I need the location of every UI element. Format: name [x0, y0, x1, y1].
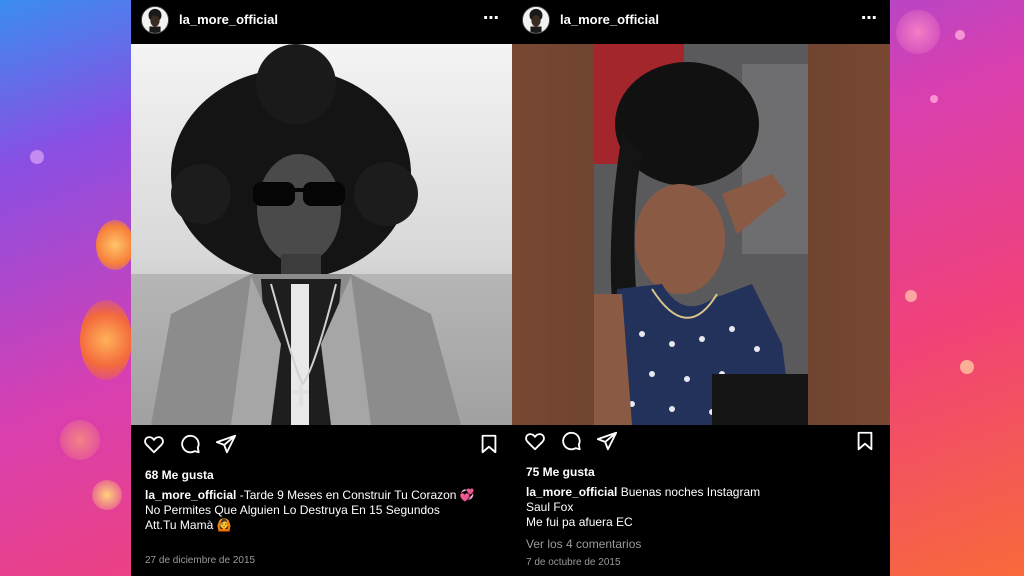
post-header: la_more_official ⋯ [131, 0, 512, 42]
instagram-post-1: la_more_official ⋯ 68 Me gusta la_more_o… [131, 0, 512, 576]
bokeh-light [96, 220, 134, 270]
bookmark-icon[interactable] [854, 430, 876, 452]
bokeh-light [60, 420, 100, 460]
caption-text: Me fui pa afuera EC [526, 515, 633, 529]
like-heart-icon[interactable] [524, 430, 546, 452]
avatar[interactable] [141, 6, 169, 34]
caption-username[interactable]: la_more_official [526, 485, 617, 499]
more-options-icon[interactable]: ⋯ [483, 8, 500, 28]
caption-text: No Permites Que Alguien Lo Destruya En 1… [145, 503, 440, 517]
hearts-emoji: 💞 [459, 488, 475, 502]
post-caption: la_more_official -Tarde 9 Meses en Const… [145, 488, 502, 533]
bokeh-light [930, 95, 938, 103]
caption-username[interactable]: la_more_official [145, 488, 236, 502]
bokeh-light [955, 30, 965, 40]
bookmark-icon[interactable] [478, 433, 500, 455]
post-photo[interactable] [512, 44, 890, 425]
like-heart-icon[interactable] [143, 433, 165, 455]
post-date: 27 de diciembre de 2015 [145, 555, 256, 566]
like-count[interactable]: 68 Me gusta [145, 468, 214, 482]
share-icon[interactable] [596, 430, 618, 452]
like-count[interactable]: 75 Me gusta [526, 465, 595, 479]
person-gesturing-emoji: 🙆 [216, 518, 232, 532]
post-header: la_more_official ⋯ [512, 0, 890, 42]
caption-text: Saul Fox [526, 500, 574, 514]
post-photo[interactable] [131, 44, 512, 425]
bokeh-light [896, 10, 940, 54]
post-username[interactable]: la_more_official [179, 12, 278, 27]
post-username[interactable]: la_more_official [560, 12, 659, 27]
caption-text: Att.Tu Mamà [145, 518, 214, 532]
bokeh-light [960, 360, 974, 374]
post-date: 7 de octubre de 2015 [526, 557, 621, 568]
avatar[interactable] [522, 6, 550, 34]
post-actions [131, 433, 512, 457]
bokeh-light [80, 300, 132, 380]
caption-text: Buenas noches Instagram [620, 485, 761, 499]
caption-text: -Tarde 9 Meses en Construir Tu Corazon [239, 488, 457, 502]
view-comments-link[interactable]: Ver los 4 comentarios [526, 537, 641, 551]
instagram-post-2: la_more_official ⋯ 75 Me gusta la_more_o… [512, 0, 890, 576]
post-caption: la_more_official Buenas noches Instagram… [526, 485, 880, 530]
share-icon[interactable] [215, 433, 237, 455]
post-actions [512, 430, 890, 454]
bokeh-light [92, 480, 122, 510]
comment-icon[interactable] [560, 430, 582, 452]
bokeh-light [905, 290, 917, 302]
more-options-icon[interactable]: ⋯ [861, 8, 878, 28]
bokeh-light [30, 150, 44, 164]
comment-icon[interactable] [179, 433, 201, 455]
